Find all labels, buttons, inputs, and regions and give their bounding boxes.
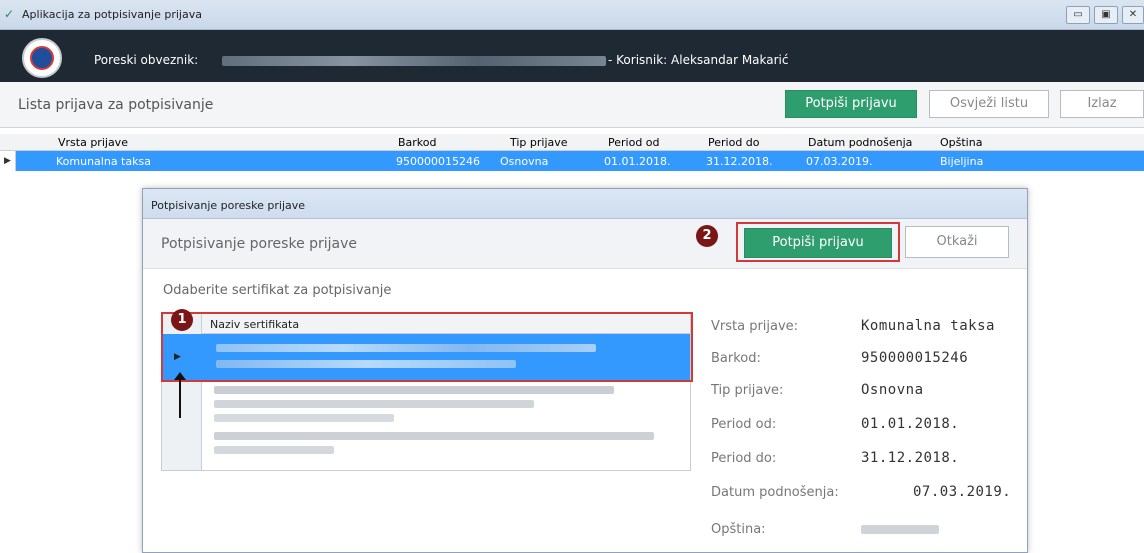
app-icon: ✓ xyxy=(4,7,15,21)
taxpayer-label: Poreski obveznik: xyxy=(94,53,199,67)
dialog-titlebar: Potpisivanje poreske prijave xyxy=(143,189,1027,219)
detail-value-opstina-redacted xyxy=(861,525,939,534)
cell-opstina: Bijeljina xyxy=(940,155,984,168)
detail-label-vrsta: Vrsta prijave: xyxy=(711,319,799,334)
window-title: Aplikacija za potpisivanje prijava xyxy=(22,8,202,21)
detail-value-period-do: 31.12.2018. xyxy=(861,450,960,466)
detail-label-datum: Datum podnošenja: xyxy=(711,485,839,500)
dialog-heading: Potpisivanje poreske prijave xyxy=(161,236,358,252)
grid-header: Vrsta prijave Barkod Tip prijave Period … xyxy=(0,134,1144,151)
window-titlebar: ✓ Aplikacija za potpisivanje prijava ▭ ▣… xyxy=(0,0,1144,30)
cell-datum: 07.03.2019. xyxy=(806,155,873,168)
certificate-row[interactable] xyxy=(214,386,614,394)
col-tip[interactable]: Tip prijave xyxy=(510,136,568,149)
refresh-list-button[interactable]: Osvježi listu xyxy=(929,90,1049,118)
step-2-badge: 2 xyxy=(696,225,718,247)
certificate-row[interactable] xyxy=(214,446,334,454)
certificate-row[interactable] xyxy=(214,432,654,440)
minimize-button[interactable]: ▭ xyxy=(1066,6,1090,24)
detail-label-period-od: Period od: xyxy=(711,417,777,432)
detail-label-barkod: Barkod: xyxy=(711,351,761,366)
detail-label-tip: Tip prijave: xyxy=(711,383,784,398)
cell-tip: Osnovna xyxy=(500,155,549,168)
dialog-sign-button[interactable]: Potpiši prijavu xyxy=(744,228,892,258)
list-title: Lista prijava za potpisivanje xyxy=(18,97,214,113)
certificate-section-label: Odaberite sertifikat za potpisivanje xyxy=(163,283,392,298)
highlight-certificate-row xyxy=(161,312,693,382)
col-barkod[interactable]: Barkod xyxy=(398,136,437,149)
coat-of-arms-logo xyxy=(22,38,62,78)
certificate-row[interactable] xyxy=(214,400,534,408)
cell-period-do: 31.12.2018. xyxy=(706,155,773,168)
detail-label-period-do: Period do: xyxy=(711,451,777,466)
col-period-od[interactable]: Period od xyxy=(608,136,660,149)
row-selector-icon[interactable]: ▶ xyxy=(0,151,16,171)
cell-barkod: 950000015246 xyxy=(396,155,480,168)
cell-vrsta: Komunalna taksa xyxy=(56,155,151,168)
pointer-arrow-icon xyxy=(174,372,186,418)
user-label: - Korisnik: Aleksandar Makarić xyxy=(608,53,789,67)
cell-period-od: 01.01.2018. xyxy=(604,155,671,168)
detail-value-vrsta: Komunalna taksa xyxy=(861,318,995,334)
col-period-do[interactable]: Period do xyxy=(708,136,760,149)
dialog-cancel-button[interactable]: Otkaži xyxy=(905,226,1009,258)
col-vrsta[interactable]: Vrsta prijave xyxy=(58,136,128,149)
dialog-title: Potpisivanje poreske prijave xyxy=(151,199,306,212)
detail-value-period-od: 01.01.2018. xyxy=(861,416,960,432)
sign-dialog: Potpisivanje poreske prijave Potpisivanj… xyxy=(142,188,1028,553)
close-button[interactable]: ✕ xyxy=(1122,6,1144,24)
sign-declaration-button[interactable]: Potpiši prijavu xyxy=(785,90,917,118)
step-1-badge: 1 xyxy=(171,309,193,331)
col-datum[interactable]: Datum podnošenja xyxy=(808,136,912,149)
detail-value-barkod: 950000015246 xyxy=(861,350,969,366)
col-opstina[interactable]: Opština xyxy=(940,136,982,149)
table-row[interactable]: Komunalna taksa 950000015246 Osnovna 01.… xyxy=(0,151,1144,171)
exit-button[interactable]: Izlaz xyxy=(1060,90,1144,118)
detail-value-tip: Osnovna xyxy=(861,382,924,398)
maximize-button[interactable]: ▣ xyxy=(1094,6,1118,24)
certificate-row[interactable] xyxy=(214,414,394,422)
detail-value-datum: 07.03.2019. xyxy=(913,484,1012,500)
taxpayer-name-redacted xyxy=(222,56,606,66)
detail-label-opstina: Opština: xyxy=(711,522,766,537)
